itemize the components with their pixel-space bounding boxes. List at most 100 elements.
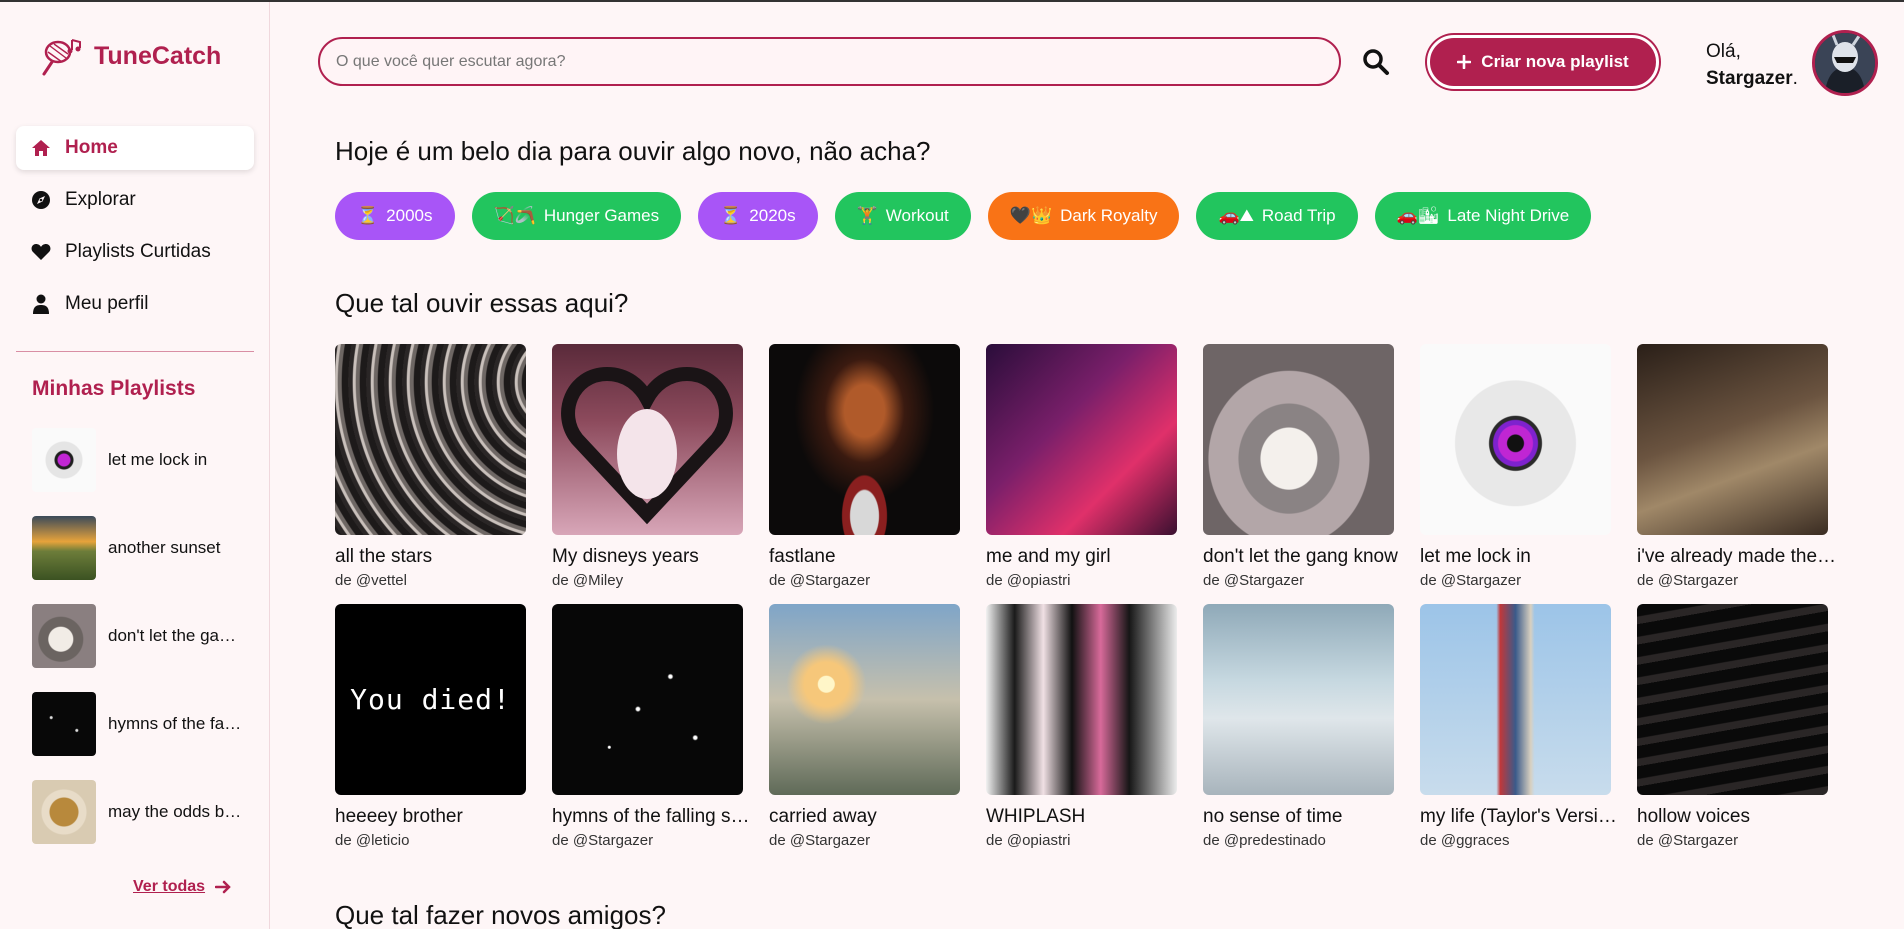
nav-item-liked[interactable]: Playlists Curtidas: [16, 230, 254, 274]
hourglass-icon: ⏳: [357, 206, 379, 226]
playlist-row: all the stars de @vettel My disneys year…: [335, 344, 1837, 604]
playlist-cover: [986, 604, 1177, 795]
nav-item-explorar[interactable]: Explorar: [16, 178, 254, 222]
greeting-suffix: .: [1792, 68, 1798, 89]
playlist-author: de @leticio: [335, 832, 410, 849]
avatar-image: [1815, 33, 1875, 93]
playlist-cover: [1637, 604, 1828, 795]
playlist-title: hollow voices: [1637, 806, 1750, 827]
playlist-card[interactable]: WHIPLASH de @opiastri: [986, 604, 1177, 864]
username: Stargazer: [1706, 68, 1793, 89]
chip-hunger-games[interactable]: 🏹🪃 Hunger Games: [471, 192, 682, 240]
my-playlist-item[interactable]: don't let the gang know: [32, 604, 247, 668]
playlist-thumbnail: [32, 604, 96, 668]
playlist-cover: [1637, 344, 1828, 535]
search-input[interactable]: [320, 39, 1339, 84]
playlist-card[interactable]: fastlane de @Stargazer: [769, 344, 960, 604]
search-button[interactable]: [1362, 48, 1390, 76]
playlist-cover: [552, 604, 743, 795]
chip-label: Late Night Drive: [1447, 206, 1570, 225]
weightlifter-icon: 🏋: [856, 206, 878, 226]
playlist-thumbnail: [32, 780, 96, 844]
playlist-card[interactable]: don't let the gang know de @Stargazer: [1203, 344, 1398, 604]
heart-crown-icon: 🖤👑: [1009, 206, 1053, 226]
playlist-author: de @Stargazer: [552, 832, 654, 849]
app-name: TuneCatch: [94, 41, 222, 70]
see-all-label: Ver todas: [133, 878, 206, 895]
playlist-card[interactable]: i've already made the choice de @Stargaz…: [1637, 344, 1837, 604]
my-playlist-item[interactable]: hymns of the falling stars: [32, 692, 247, 756]
chip-dark-royalty[interactable]: 🖤👑 Dark Royalty: [987, 192, 1180, 240]
chip-label: Road Trip: [1261, 206, 1336, 225]
avatar[interactable]: [1812, 30, 1878, 96]
playlist-title: me and my girl: [986, 546, 1111, 567]
playlist-card[interactable]: my life (Taylor's Version) de @ggraces: [1420, 604, 1620, 864]
my-playlist-item[interactable]: let me lock in: [32, 428, 247, 492]
playlist-title: fastlane: [769, 546, 836, 567]
chip-late-night-drive[interactable]: 🚗🏙 Late Night Drive: [1374, 192, 1592, 240]
search-icon: [1363, 49, 1389, 75]
heart-icon: [31, 242, 51, 262]
chip-label: 2000s: [386, 206, 433, 225]
chip-road-trip[interactable]: 🚗⛰ Road Trip: [1196, 192, 1358, 240]
playlist-cover: [1203, 344, 1394, 535]
playlist-title: all the stars: [335, 546, 433, 567]
chip-2000s[interactable]: ⏳ 2000s: [335, 192, 455, 240]
arrow-right-icon: [215, 880, 231, 894]
hourglass-icon: ⏳: [720, 206, 742, 226]
chip-label: Hunger Games: [543, 206, 660, 225]
greeting: Olá, Stargazer.: [1706, 38, 1798, 92]
playlist-card[interactable]: all the stars de @vettel: [335, 344, 526, 604]
chip-label: Workout: [885, 206, 949, 225]
playlist-author: de @predestinado: [1203, 832, 1326, 849]
playlist-card[interactable]: hymns of the falling stars de @Stargazer: [552, 604, 752, 864]
playlist-author: de @opiastri: [986, 832, 1071, 849]
playlist-card[interactable]: carried away de @Stargazer: [769, 604, 960, 864]
playlist-title: WHIPLASH: [986, 806, 1086, 827]
playlist-cover: [1203, 604, 1394, 795]
my-playlist-item[interactable]: may the odds be ever: [32, 780, 247, 844]
logo[interactable]: TuneCatch: [42, 36, 221, 76]
my-playlist-label: don't let the gang know: [108, 626, 243, 645]
playlist-author: de @Stargazer: [769, 832, 871, 849]
playlist-author: de @ggraces: [1420, 832, 1510, 849]
playlist-card[interactable]: You died! heeeey brother de @leticio: [335, 604, 526, 864]
see-all-link[interactable]: Ver todas: [133, 878, 231, 896]
chip-label: 2020s: [749, 206, 796, 225]
my-playlist-label: another sunset: [108, 538, 221, 557]
cover-overlay-text: You died!: [350, 683, 511, 716]
playlist-card[interactable]: me and my girl de @opiastri: [986, 344, 1177, 604]
playlist-card[interactable]: My disneys years de @Miley: [552, 344, 743, 604]
playlist-thumbnail: [32, 428, 96, 492]
playlist-title: don't let the gang know: [1203, 546, 1398, 567]
my-playlist-item[interactable]: another sunset: [32, 516, 247, 580]
main-nav: Home Explorar Playlists Curtidas Meu per…: [16, 126, 254, 334]
playlist-title: carried away: [769, 806, 877, 827]
chip-2020s[interactable]: ⏳ 2020s: [698, 192, 818, 240]
sidebar: TuneCatch Home Explorar Playlists Curtid…: [0, 2, 270, 929]
playlist-author: de @Miley: [552, 572, 624, 589]
playlist-card[interactable]: hollow voices de @Stargazer: [1637, 604, 1828, 864]
suggest-heading: Que tal ouvir essas aqui?: [335, 288, 629, 318]
playlist-title: hymns of the falling stars: [552, 806, 752, 827]
compass-icon: [31, 190, 51, 210]
playlist-cover: [1420, 344, 1611, 535]
nav-item-profile[interactable]: Meu perfil: [16, 282, 254, 326]
nav-item-home[interactable]: Home: [16, 126, 254, 170]
create-playlist-button[interactable]: Criar nova playlist: [1427, 35, 1659, 89]
chip-label: Dark Royalty: [1060, 206, 1158, 225]
playlist-author: de @Stargazer: [1420, 572, 1522, 589]
playlist-title: let me lock in: [1420, 546, 1531, 567]
create-playlist-label: Criar nova playlist: [1481, 52, 1629, 71]
playlist-title: my life (Taylor's Version): [1420, 806, 1620, 827]
friends-heading: Que tal fazer novos amigos?: [335, 900, 666, 929]
logo-net-icon: [42, 39, 81, 76]
playlist-grid: all the stars de @vettel My disneys year…: [335, 344, 1837, 864]
playlist-card[interactable]: no sense of time de @predestinado: [1203, 604, 1394, 864]
playlist-cover: [769, 604, 960, 795]
chip-workout[interactable]: 🏋 Workout: [834, 192, 971, 240]
playlist-title: heeeey brother: [335, 806, 463, 827]
car-mountain-icon: 🚗⛰: [1218, 206, 1254, 226]
playlist-card[interactable]: let me lock in de @Stargazer: [1420, 344, 1611, 604]
nav-label-profile: Meu perfil: [65, 293, 149, 314]
